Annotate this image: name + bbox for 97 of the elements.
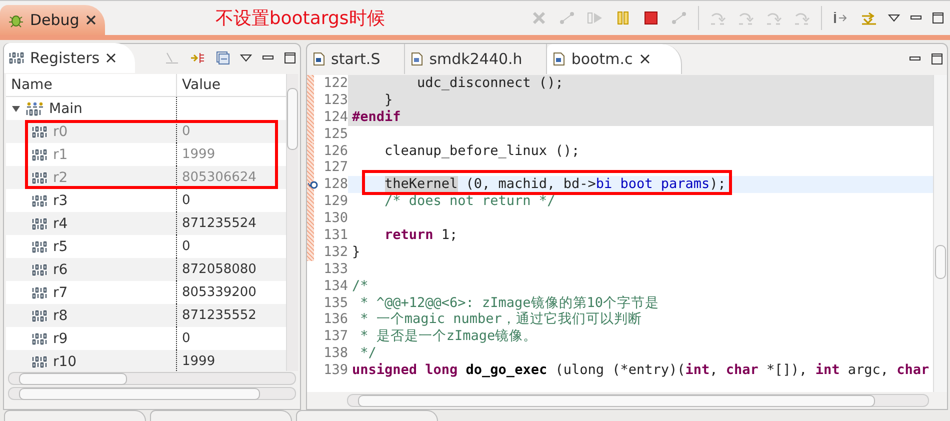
- maximize-icon[interactable]: [931, 53, 943, 65]
- keyword: int: [815, 362, 840, 378]
- line-number: 131: [324, 227, 348, 244]
- close-icon[interactable]: [85, 14, 98, 26]
- line-number: 133: [324, 260, 348, 278]
- horizontal-scrollbar[interactable]: [347, 394, 929, 407]
- binary-icon: [32, 148, 48, 160]
- register-name[interactable]: r6: [53, 262, 68, 278]
- binary-icon: [32, 264, 48, 276]
- line-number: 132: [324, 244, 348, 261]
- file-icon: [411, 52, 424, 66]
- horizontal-scrollbar[interactable]: [8, 372, 296, 385]
- binary-icon: [32, 356, 48, 368]
- line-number: 126: [324, 142, 348, 160]
- view-tab[interactable]: [150, 410, 292, 421]
- code-text: }: [384, 92, 393, 108]
- column-header[interactable]: Name: [6, 74, 176, 96]
- view-menu-icon[interactable]: [888, 13, 900, 23]
- arrow-tree-icon[interactable]: [190, 51, 206, 65]
- keyword: unsigned long: [352, 362, 459, 378]
- view-menu-icon[interactable]: [240, 53, 252, 63]
- code-text: (0, machid, bd->: [464, 176, 596, 192]
- line-number: 138: [324, 345, 348, 362]
- line-number: 122: [324, 75, 348, 92]
- line-number: 130: [324, 210, 348, 228]
- register-name[interactable]: r9: [53, 330, 68, 346]
- line-number: 124: [324, 108, 348, 126]
- line-number: 136: [324, 311, 348, 328]
- register-name[interactable]: r3: [53, 192, 68, 208]
- panel-title: Registers: [30, 49, 100, 67]
- file-icon: [553, 52, 566, 66]
- line-number: 127: [324, 159, 348, 176]
- code-comment: /*: [352, 278, 368, 294]
- field-name: bi boot params: [596, 176, 710, 192]
- view-tab[interactable]: [296, 410, 438, 421]
- register-name[interactable]: r5: [53, 238, 68, 254]
- close-icon[interactable]: [638, 53, 651, 65]
- code-comment: /* does not return */: [384, 193, 556, 210]
- register-name[interactable]: r8: [53, 308, 68, 324]
- stop-icon[interactable]: [642, 10, 660, 26]
- binary-icon: [32, 194, 48, 206]
- register-name[interactable]: r10: [53, 354, 77, 370]
- line-number: 134: [324, 278, 348, 295]
- binary-icon: [32, 240, 48, 252]
- line-number: 125: [324, 126, 348, 143]
- maximize-icon[interactable]: [932, 12, 944, 24]
- code-text: }: [352, 244, 360, 260]
- binary-icon: [32, 332, 48, 344]
- binary-icon: [32, 172, 48, 184]
- binary-icon: [32, 310, 48, 322]
- line-number: 139: [324, 362, 348, 380]
- horizontal-scrollbar[interactable]: [8, 387, 296, 400]
- highlighted-identifier: theKernel: [384, 176, 458, 192]
- registers-tab[interactable]: Registers: [4, 43, 135, 73]
- binary-icon: [32, 286, 48, 298]
- file-tab[interactable]: start.S: [307, 44, 406, 74]
- code-comment: */: [359, 345, 376, 362]
- code-text: *[]),: [766, 362, 808, 378]
- code-text: 1;: [440, 227, 458, 244]
- code-text: (ulong (*entry)(: [554, 362, 686, 378]
- register-group-name[interactable]: Main: [49, 100, 82, 116]
- code-text: ,: [710, 362, 719, 378]
- keyword: char: [726, 362, 758, 378]
- file-icon: [313, 52, 325, 66]
- keyword: int: [685, 362, 710, 378]
- register-name[interactable]: r4: [53, 216, 68, 232]
- binary-icon: [32, 126, 48, 138]
- line-number: 137: [324, 328, 348, 346]
- code-text: udc_disconnect ();: [416, 75, 564, 91]
- binary-icon: [9, 52, 25, 64]
- register-name[interactable]: r7: [53, 284, 68, 300]
- annotation-text: 不设置bootargs时候: [215, 7, 385, 30]
- code-text: cleanup_before_linux ();: [384, 142, 580, 159]
- code-text: );: [710, 176, 726, 192]
- keyword: #endif: [352, 108, 401, 125]
- view-tab[interactable]: [4, 410, 146, 421]
- line-number: 129: [324, 193, 348, 210]
- collapse-all-icon[interactable]: [216, 51, 230, 65]
- line-number: 123: [324, 92, 348, 109]
- code-text: argc,: [846, 362, 890, 378]
- register-name[interactable]: r1: [53, 146, 68, 162]
- code-comment: * 一个magic number，通过它我们可以判断: [359, 311, 642, 328]
- vertical-scrollbar[interactable]: [933, 75, 947, 392]
- function-name: do_go_exec: [466, 362, 548, 378]
- code-comment: * ^@@+12@@<6>: zImage镜像的第10个字节是: [359, 294, 660, 311]
- line-number: 128: [324, 176, 348, 194]
- keyword: return: [384, 227, 434, 244]
- vertical-scrollbar[interactable]: [286, 74, 298, 371]
- binary-icon: [32, 218, 48, 230]
- code-comment: * 是否是一个zImage镜像。: [359, 328, 538, 344]
- debug-tab[interactable]: Debug: [0, 5, 106, 35]
- close-icon[interactable]: [104, 52, 117, 64]
- line-number: 135: [324, 294, 348, 312]
- keyword: char: [896, 362, 930, 378]
- expand-arrow-icon[interactable]: [11, 104, 21, 114]
- file-tab[interactable]: bootm.c: [547, 44, 682, 74]
- maximize-icon[interactable]: [284, 52, 296, 64]
